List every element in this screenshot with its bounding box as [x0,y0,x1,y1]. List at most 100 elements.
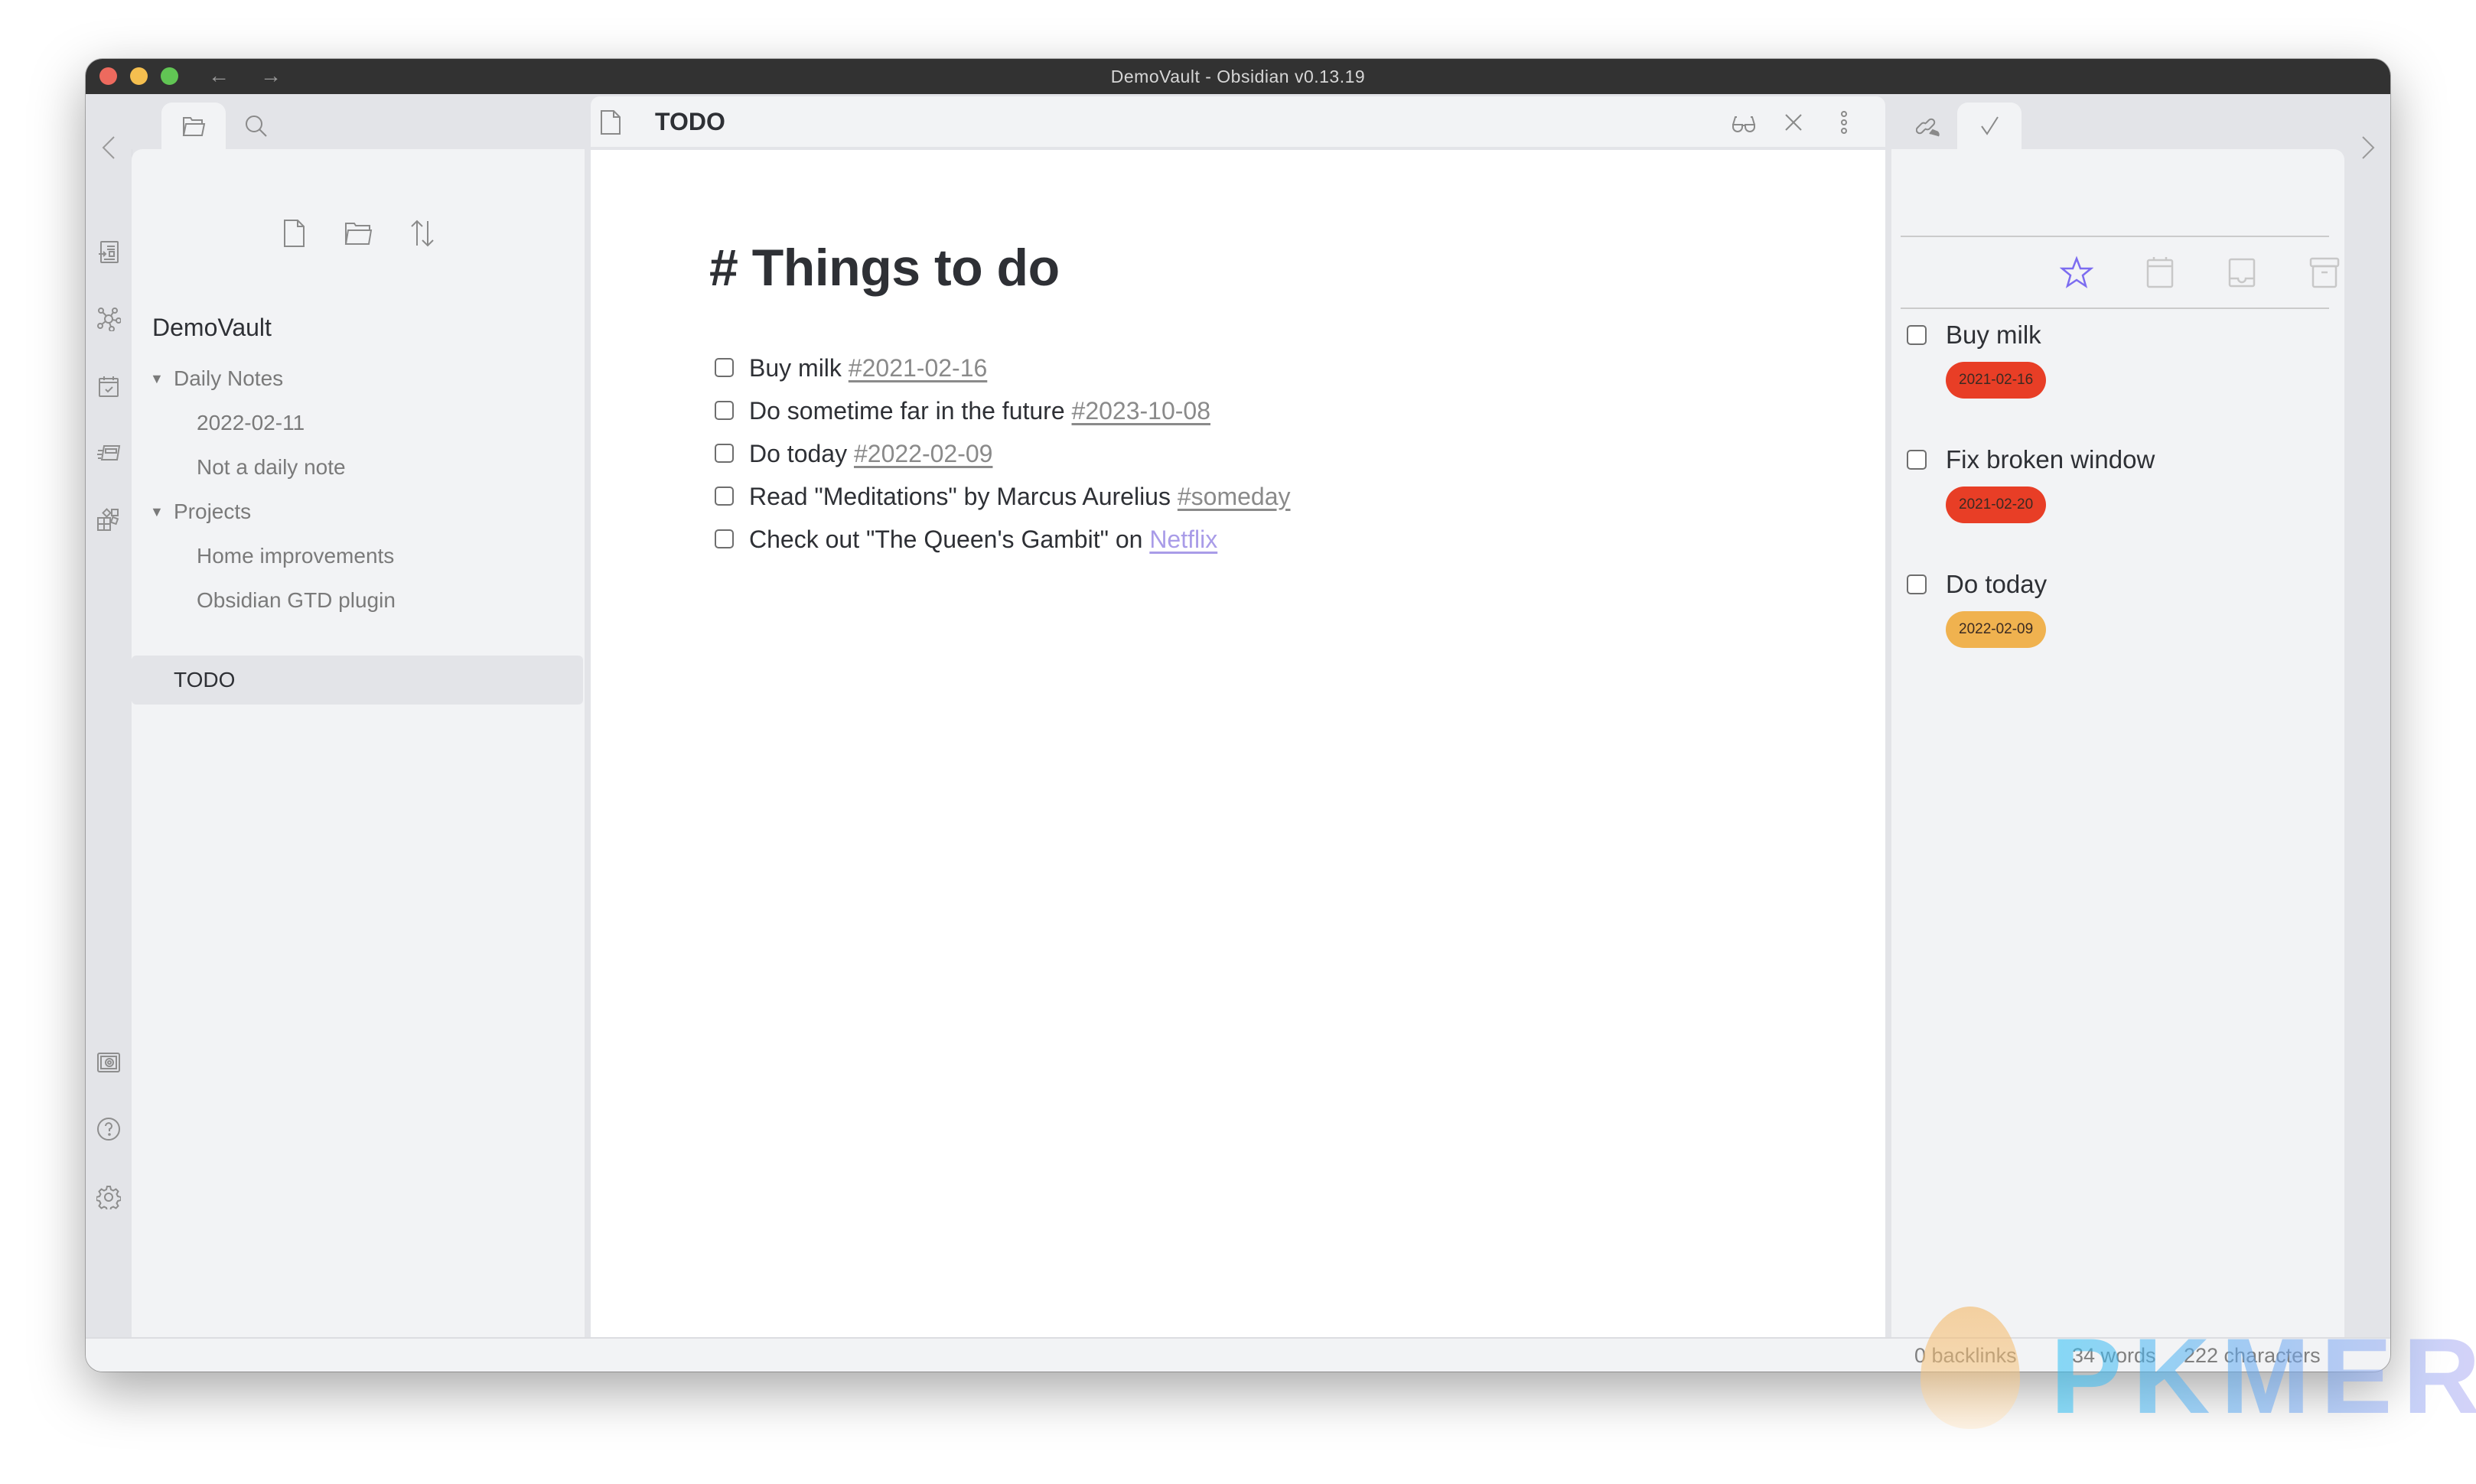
tab-file-explorer[interactable] [161,103,226,149]
task-text: Buy milk [749,354,849,382]
gtd-task-checkbox[interactable] [1907,325,1927,345]
gtd-task-date-badge: 2021-02-20 [1946,487,2047,523]
toolbar-divider-bottom [1901,308,2329,309]
window-title: DemoVault - Obsidian v0.13.19 [1110,67,1366,86]
external-link-netflix[interactable]: Netflix [1149,526,1217,553]
calendar-view-button[interactable] [2143,255,2177,289]
plugins-icon[interactable] [96,507,121,532]
gtd-panel: Buy milk 2021-02-16 Fix broken window 20… [1891,149,2390,1337]
preview-mode-button[interactable] [1731,109,1757,135]
chevron-left-icon [102,136,115,159]
tree-file-not-a-daily-note[interactable]: Not a daily note [132,443,585,492]
quick-switcher-icon[interactable] [96,239,121,264]
status-bar: 0 backlinks 34 words 222 characters [86,1337,2390,1372]
more-options-button[interactable] [1831,109,1857,135]
collapse-right-sidebar-button[interactable] [2360,135,2377,164]
vault-name[interactable]: DemoVault [152,314,272,342]
gtd-task-item[interactable]: Fix broken window 2021-02-20 [1891,441,2390,555]
gtd-task-date-badge: 2021-02-16 [1946,362,2047,399]
task-tag[interactable]: #2023-10-08 [1072,397,1210,425]
tree-item-label: Projects [174,500,252,523]
gtd-task-title[interactable]: Do today [1946,565,2047,604]
close-icon [1785,114,1802,131]
task-checkbox[interactable] [715,358,734,378]
gtd-task-checkbox[interactable] [1907,574,1927,594]
close-tab-button[interactable] [1780,109,1807,135]
task-tag[interactable]: #someday [1178,483,1291,510]
editor-tab-title[interactable]: TODO [655,96,725,147]
task-checkbox[interactable] [715,487,734,506]
settings-icon[interactable] [96,1185,122,1212]
task-text: Check out "The Queen's Gambit" on [749,526,1150,553]
new-folder-icon [344,223,373,245]
graph-view-icon[interactable] [96,307,122,332]
archive-view-button[interactable] [2308,255,2341,289]
right-ribbon [2344,94,2390,1337]
task-checkbox[interactable] [715,444,734,464]
tree-folder-projects[interactable]: ▼ Projects [132,487,585,536]
search-icon [246,115,267,137]
gtd-task-item[interactable]: Buy milk 2021-02-16 [1891,316,2390,431]
tree-folder-daily-notes[interactable]: ▼ Daily Notes [132,354,585,403]
task-line[interactable]: Read "Meditations" by Marcus Aurelius #s… [715,477,1291,516]
task-line[interactable]: Do sometime far in the future #2023-10-0… [715,392,1210,430]
sort-icon [411,220,434,247]
gtd-view-toolbar [1891,237,2344,308]
checkmark-icon [1981,116,1999,135]
tree-item-label: Obsidian GTD plugin [197,588,396,612]
task-checkbox[interactable] [715,401,734,421]
task-text: Do today [749,440,854,467]
file-icon [600,109,621,135]
tab-gtd-tasks[interactable] [1957,103,2022,149]
status-character-count: 222 characters [2184,1344,2321,1367]
tree-file-2022-02-11[interactable]: 2022-02-11 [132,399,585,447]
task-tag[interactable]: #2021-02-16 [849,354,987,382]
tab-search[interactable] [224,103,288,149]
collapse-triangle-icon[interactable]: ▼ [150,354,164,403]
obsidian-window: ← → DemoVault - Obsidian v0.13.19 DemoVa… [86,59,2390,1372]
tab-backlinks[interactable] [1896,103,1960,149]
document-heading[interactable]: # Things to do [709,238,1060,298]
collapse-left-sidebar-button[interactable] [100,135,117,164]
tree-file-obsidian-gtd-plugin[interactable]: Obsidian GTD plugin [132,576,585,625]
file-explorer-panel: DemoVault ▼ Daily Notes 2022-02-11 Not a… [132,149,585,1337]
backlinks-icon [1916,118,1940,137]
tree-item-label: Home improvements [197,544,395,568]
daily-note-calendar-icon[interactable] [96,374,121,399]
slides-icon[interactable] [96,440,121,464]
status-backlinks[interactable]: 0 backlinks [1914,1339,2017,1372]
file-explorer-actions [132,218,585,249]
collapse-triangle-icon[interactable]: ▼ [150,487,164,536]
priority-view-button[interactable] [2059,255,2094,289]
gtd-task-date-badge: 2022-02-09 [1946,611,2047,648]
task-line[interactable]: Do today #2022-02-09 [715,434,992,473]
gtd-task-title[interactable]: Buy milk [1946,316,2041,354]
title-bar: ← → DemoVault - Obsidian v0.13.19 [86,59,2390,94]
task-line[interactable]: Buy milk #2021-02-16 [715,349,987,387]
inbox-icon [2228,258,2256,288]
help-icon[interactable] [96,1117,121,1141]
tree-item-label: TODO [174,668,236,692]
markdown-editor[interactable]: # Things to do Buy milk #2021-02-16 Do s… [591,150,1885,1337]
tree-item-label: Not a daily note [197,455,346,479]
task-tag[interactable]: #2022-02-09 [854,440,992,467]
left-ribbon [86,94,132,1337]
task-line[interactable]: Check out "The Queen's Gambit" on Netfli… [715,520,1217,558]
glasses-icon [1732,116,1755,132]
new-note-button[interactable] [279,218,308,249]
vault-switcher-icon[interactable] [96,1050,121,1075]
new-folder-button[interactable] [344,218,373,249]
task-text: Do sometime far in the future [749,397,1072,425]
change-sort-order-button[interactable] [408,218,437,249]
gtd-task-checkbox[interactable] [1907,450,1927,470]
task-text: Read "Meditations" by Marcus Aurelius [749,483,1178,510]
gtd-task-title[interactable]: Fix broken window [1946,441,2155,479]
gtd-task-item[interactable]: Do today 2022-02-09 [1891,565,2390,680]
task-checkbox[interactable] [715,529,734,549]
inbox-view-button[interactable] [2225,255,2259,289]
left-sidebar-tabs [132,94,585,149]
tree-file-todo[interactable]: TODO [132,656,583,705]
tree-file-home-improvements[interactable]: Home improvements [132,532,585,581]
tree-item-label: 2022-02-11 [197,411,305,434]
archive-icon [2309,257,2340,288]
